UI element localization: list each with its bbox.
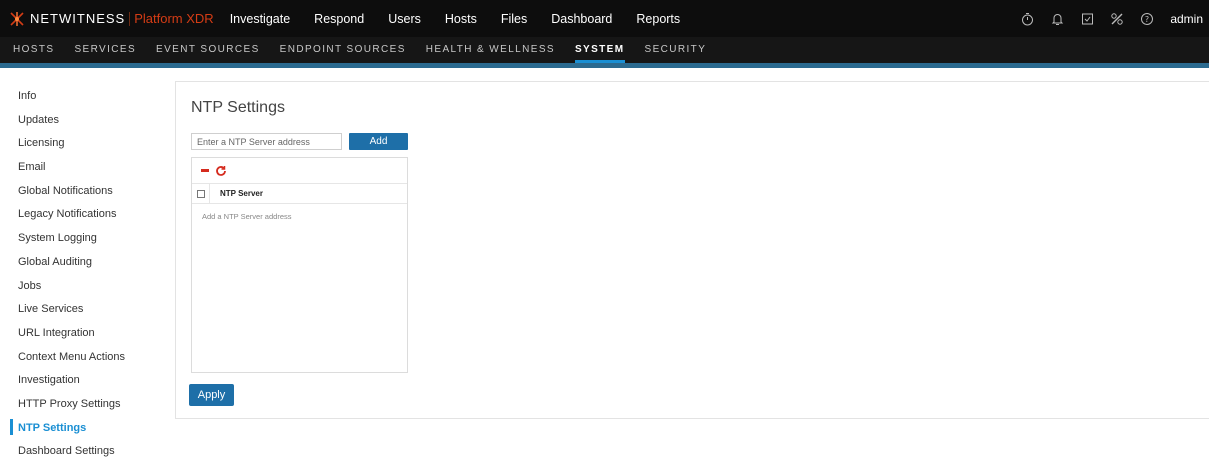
sidebar-item-ntp-settings[interactable]: NTP Settings: [0, 417, 170, 441]
tab-hosts[interactable]: HOSTS: [13, 37, 54, 63]
main-nav: Investigate Respond Users Hosts Files Da…: [230, 0, 704, 37]
brand-product: Platform XDR: [134, 11, 214, 26]
grid-header: NTP Server: [192, 183, 407, 204]
system-sidebar: Info Updates Licensing Email Global Noti…: [0, 85, 170, 464]
sidebar-item-jobs[interactable]: Jobs: [0, 275, 170, 299]
page-title: NTP Settings: [191, 99, 285, 116]
tools-icon[interactable]: [1110, 12, 1124, 26]
sidebar-item-investigation[interactable]: Investigation: [0, 369, 170, 393]
sidebar-item-global-notifications[interactable]: Global Notifications: [0, 180, 170, 204]
sidebar-item-info[interactable]: Info: [0, 85, 170, 109]
select-all-cell: [192, 183, 210, 204]
tab-health-wellness[interactable]: HEALTH & WELLNESS: [426, 37, 555, 63]
header-divider: [0, 63, 1209, 68]
tab-services[interactable]: SERVICES: [74, 37, 136, 63]
select-all-checkbox[interactable]: [196, 189, 205, 198]
empty-message: Add a NTP Server address: [202, 212, 292, 221]
sidebar-item-url-integration[interactable]: URL Integration: [0, 322, 170, 346]
delete-icon[interactable]: [201, 169, 209, 172]
brand-name: NETWITNESS: [30, 11, 126, 26]
stopwatch-icon[interactable]: [1020, 12, 1034, 26]
nav-users[interactable]: Users: [388, 12, 421, 26]
sidebar-item-system-logging[interactable]: System Logging: [0, 227, 170, 251]
nav-files[interactable]: Files: [501, 12, 527, 26]
nav-hosts[interactable]: Hosts: [445, 12, 477, 26]
bell-icon[interactable]: [1050, 12, 1064, 26]
refresh-icon[interactable]: [215, 165, 227, 177]
help-icon[interactable]: ?: [1140, 12, 1154, 26]
nav-investigate[interactable]: Investigate: [230, 12, 290, 26]
column-header-ntp-server[interactable]: NTP Server: [210, 189, 263, 198]
tab-system[interactable]: SYSTEM: [574, 37, 625, 63]
ntp-server-grid: NTP Server Add a NTP Server address: [191, 157, 408, 373]
sidebar-item-email[interactable]: Email: [0, 156, 170, 180]
tab-security[interactable]: SECURITY: [645, 37, 707, 63]
header-tools: ? admin: [1020, 0, 1209, 37]
sidebar-item-dashboard-settings[interactable]: Dashboard Settings: [0, 440, 170, 464]
sidebar-item-live-services[interactable]: Live Services: [0, 298, 170, 322]
tab-endpoint-sources[interactable]: ENDPOINT SOURCES: [280, 37, 406, 63]
clipboard-icon[interactable]: [1080, 12, 1094, 26]
sidebar-item-legacy-notifications[interactable]: Legacy Notifications: [0, 203, 170, 227]
grid-toolbar: [192, 158, 407, 184]
sidebar-item-context-menu-actions[interactable]: Context Menu Actions: [0, 346, 170, 370]
ntp-settings-panel: NTP Settings Add NTP Server Add a NTP Se…: [175, 81, 1209, 419]
brand[interactable]: NETWITNESS Platform XDR: [0, 0, 214, 37]
nav-dashboard[interactable]: Dashboard: [551, 12, 612, 26]
netwitness-logo-icon: [10, 11, 24, 26]
add-button[interactable]: Add: [349, 133, 408, 150]
sidebar-item-http-proxy-settings[interactable]: HTTP Proxy Settings: [0, 393, 170, 417]
top-header: NETWITNESS Platform XDR Investigate Resp…: [0, 0, 1209, 37]
nav-reports[interactable]: Reports: [636, 12, 680, 26]
svg-text:?: ?: [1145, 15, 1149, 24]
admin-sub-nav: HOSTS SERVICES EVENT SOURCES ENDPOINT SO…: [0, 37, 1209, 63]
sidebar-item-licensing[interactable]: Licensing: [0, 132, 170, 156]
tab-event-sources[interactable]: EVENT SOURCES: [156, 37, 260, 63]
user-menu[interactable]: admin: [1170, 12, 1203, 26]
sidebar-item-updates[interactable]: Updates: [0, 109, 170, 133]
brand-divider: [129, 11, 131, 26]
nav-respond[interactable]: Respond: [314, 12, 364, 26]
ntp-server-input[interactable]: [191, 133, 342, 150]
sidebar-item-global-auditing[interactable]: Global Auditing: [0, 251, 170, 275]
apply-button[interactable]: Apply: [189, 384, 234, 406]
